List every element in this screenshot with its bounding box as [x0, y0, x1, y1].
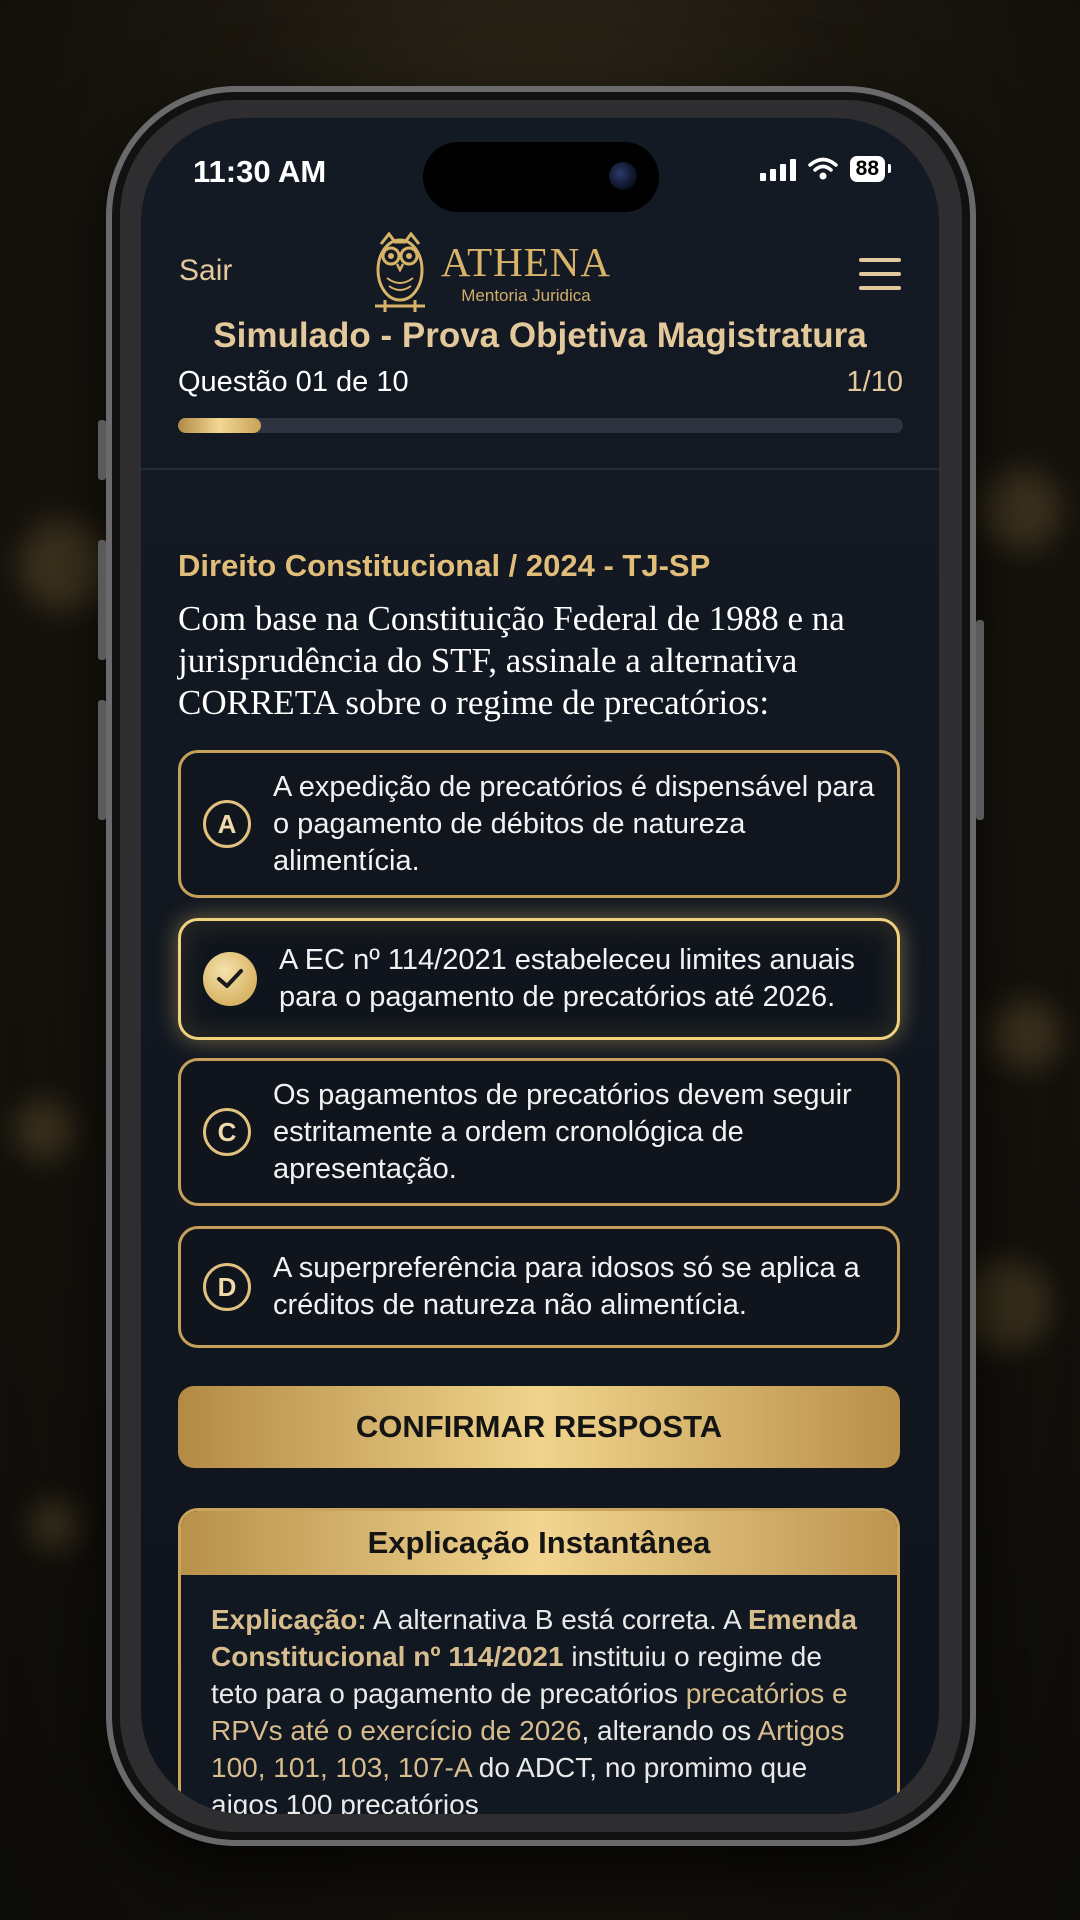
action-button: [98, 420, 106, 480]
progress-label: Questão 01 de 10: [178, 366, 409, 398]
app-screen: 11:30 AM 88 Sair ATHENA Mentoria Juridic…: [141, 118, 939, 1814]
option-letter-a: A: [203, 800, 251, 848]
explanation-part: , alterando os: [581, 1715, 758, 1746]
bokeh-light: [30, 1500, 80, 1550]
option-text-b: A EC nº 114/2021 estabeleceu limites anu…: [279, 944, 855, 1013]
explanation-panel: Explicação Instantânea Explicação: A alt…: [178, 1508, 900, 1814]
option-c[interactable]: C Os pagamentos de precatórios devem seg…: [178, 1058, 900, 1206]
divider: [141, 468, 939, 470]
exit-button[interactable]: Sair: [179, 254, 232, 288]
owl-logo-icon: [375, 231, 425, 312]
hamburger-menu-icon[interactable]: [859, 258, 901, 290]
app-logo: ATHENA Mentoria Juridica: [371, 230, 611, 316]
explanation-label: Explicação:: [211, 1604, 367, 1635]
bokeh-light: [20, 520, 110, 610]
bokeh-light: [990, 1000, 1060, 1070]
explanation-part: A alternativa B está correta. A: [366, 1604, 748, 1635]
logo-title: ATHENA: [441, 239, 611, 285]
option-a[interactable]: A A expedição de precatórios é dispensáv…: [178, 750, 900, 898]
option-letter-c: C: [203, 1108, 251, 1156]
option-text-d: A superpreferência para idosos só se apl…: [273, 1252, 860, 1321]
explanation-title: Explicação Instantânea: [181, 1511, 897, 1575]
status-time: 11:30 AM: [193, 154, 327, 189]
confirm-answer-button[interactable]: CONFIRMAR RESPOSTA: [178, 1386, 900, 1468]
option-text-c: Os pagamentos de precatórios devem segui…: [273, 1078, 852, 1185]
option-d[interactable]: D A superpreferência para idosos só se a…: [178, 1226, 900, 1348]
option-b[interactable]: A EC nº 114/2021 estabeleceu limites anu…: [178, 918, 900, 1040]
bokeh-light: [15, 1100, 75, 1160]
explanation-text: Explicação: A alternativa B está correta…: [181, 1575, 897, 1814]
progress-bar-fill: [178, 418, 262, 433]
option-letter-d: D: [203, 1263, 251, 1311]
signal-icon: [759, 157, 796, 181]
volume-up-button: [98, 540, 106, 660]
logo-subtitle: Mentoria Juridica: [461, 286, 591, 305]
camera-icon: [609, 162, 637, 190]
quiz-title: Simulado - Prova Objetiva Magistratura: [213, 316, 867, 355]
progress-count: 1/10: [846, 366, 903, 398]
wifi-icon: [807, 157, 838, 180]
dynamic-island: [423, 142, 659, 212]
checkmark-icon: [203, 952, 257, 1006]
option-text-a: A expedição de precatórios é dispensável…: [273, 770, 875, 877]
bokeh-light: [980, 470, 1060, 550]
progress-bar: [178, 418, 903, 433]
volume-down-button: [98, 700, 106, 820]
question-text: Com base na Constituição Federal de 1988…: [178, 599, 845, 722]
battery-indicator: 88: [849, 156, 892, 182]
power-button: [976, 620, 984, 820]
question-subject: Direito Constitucional / 2024 - TJ-SP: [178, 548, 711, 583]
status-indicators: 88: [759, 156, 892, 182]
